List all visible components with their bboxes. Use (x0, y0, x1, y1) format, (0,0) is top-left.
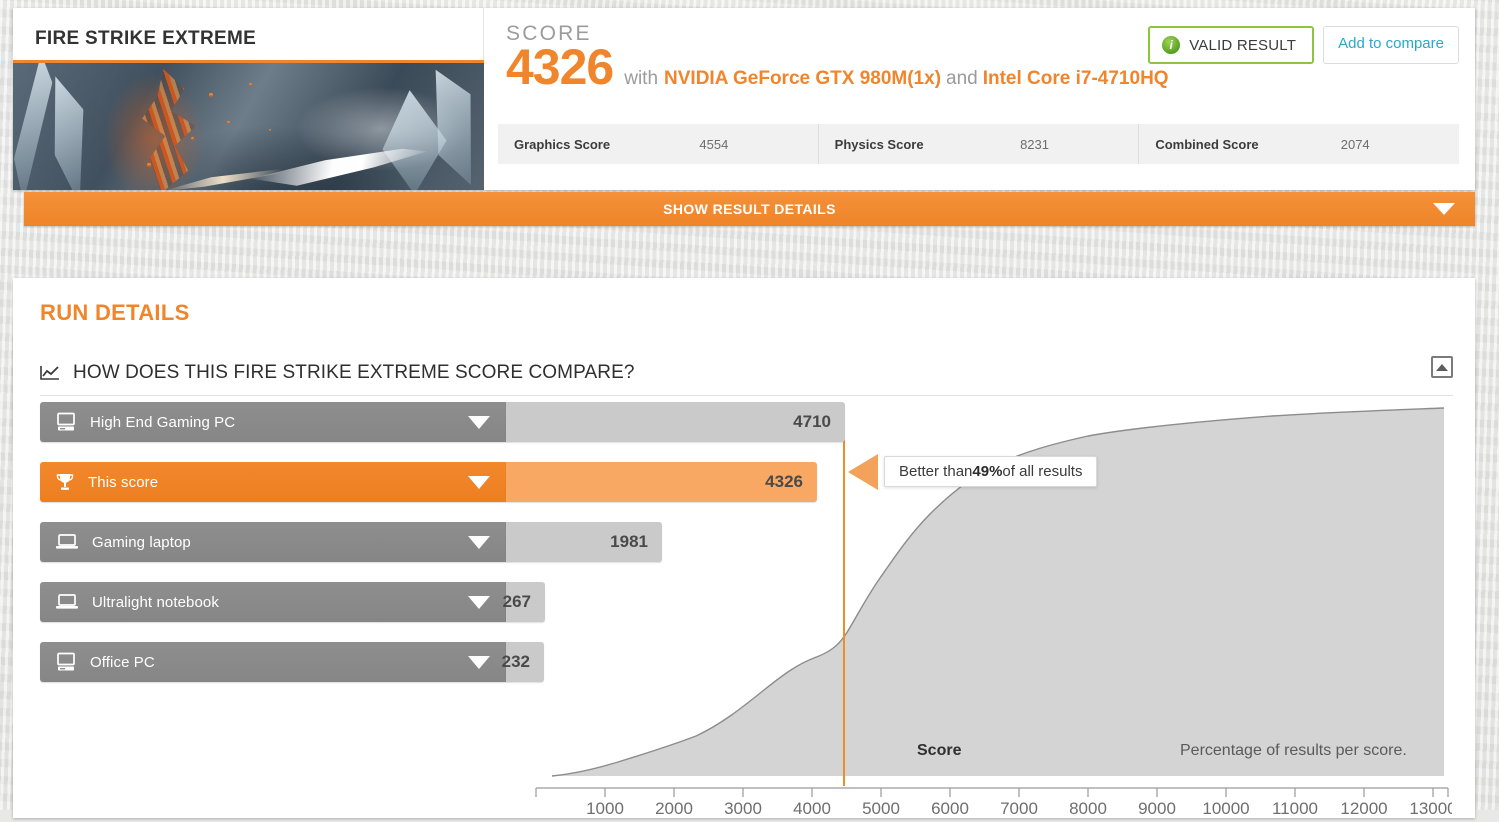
x-tick-label: 9000 (1138, 799, 1176, 818)
bar-label-ultralight-notebook[interactable]: Ultralight notebook (40, 582, 506, 622)
desktop-pc-icon (55, 652, 77, 672)
x-axis-title: Score (917, 742, 962, 759)
bar-value-high-end-gaming-pc: 4710 (506, 402, 845, 442)
subscore-label: Physics Score (834, 136, 924, 152)
bar-value-text: 4326 (765, 472, 803, 491)
bar-value-text: 1981 (610, 532, 648, 551)
show-result-details-button[interactable]: SHOW RESULT DETAILS (24, 192, 1475, 226)
x-tick-label: 2000 (655, 799, 693, 818)
bar-label-text: High End Gaming PC (90, 413, 236, 431)
bar-value-this-score: 4326 (506, 462, 817, 502)
bar-label-text: Office PC (90, 653, 155, 671)
x-tick-label: 12000 (1340, 799, 1387, 818)
benchmark-card: FIRE STRIKE EXTREME (13, 8, 484, 190)
subscore-value: 8231 (1020, 136, 1049, 152)
chevron-down-icon[interactable] (468, 595, 490, 609)
bar-label-text: This score (88, 473, 159, 491)
chevron-down-icon[interactable] (468, 415, 490, 429)
score-and-text: and (946, 68, 978, 89)
x-axis: 1000 2000 3000 4000 5000 6000 7000 8000 … (535, 787, 1452, 818)
comparison-bar-list: High End Gaming PC 4710 This score 4326 … (40, 402, 1453, 702)
run-details-panel: RUN DETAILS HOW DOES THIS FIRE STRIKE EX… (13, 278, 1475, 818)
table-row: Ultralight notebook 267 (40, 582, 1453, 622)
show-result-details-label: SHOW RESULT DETAILS (663, 201, 836, 217)
subscore-label: Graphics Score (514, 136, 611, 152)
run-details-title: RUN DETAILS (40, 300, 190, 325)
percentile-tooltip: Better than 49% of all results (884, 456, 1098, 487)
line-chart-icon (40, 365, 60, 381)
table-row: Gaming laptop 1981 (40, 522, 1453, 562)
table-row: Office PC 232 (40, 642, 1453, 682)
x-tick-label: 4000 (793, 799, 831, 818)
table-row: This score 4326 (40, 462, 1453, 502)
x-tick-label: 7000 (1000, 799, 1038, 818)
bar-value-text: 267 (502, 592, 531, 611)
bar-value-ultralight-notebook: 267 (502, 582, 545, 622)
trophy-icon (55, 472, 75, 492)
x-tick-label: 13000 (1409, 799, 1452, 818)
gpu-name[interactable]: NVIDIA GeForce GTX 980M(1x) (664, 68, 941, 90)
header-actions: i VALID RESULT Add to compare (1148, 26, 1459, 64)
x-tick-label: 3000 (724, 799, 762, 818)
result-summary-panel: FIRE STRIKE EXTREME SCORE 4326 with NVID… (13, 8, 1475, 190)
tooltip-pointer-icon (848, 454, 878, 490)
compare-section-title: HOW DOES THIS FIRE STRIKE EXTREME SCORE … (73, 361, 635, 383)
compare-section-header: HOW DOES THIS FIRE STRIKE EXTREME SCORE … (40, 350, 1453, 396)
bar-value-office-pc: 232 (502, 642, 544, 682)
laptop-icon (55, 533, 79, 551)
subscore-table: Graphics Score 4554 Physics Score 8231 C… (498, 124, 1459, 164)
chevron-down-icon[interactable] (468, 475, 490, 489)
info-icon: i (1162, 36, 1181, 54)
bar-label-text: Ultralight notebook (92, 593, 219, 611)
score-comparison-chart: 1000 2000 3000 4000 5000 6000 7000 8000 … (40, 402, 1453, 818)
subscore-value: 4554 (699, 136, 729, 152)
bar-label-text: Gaming laptop (92, 533, 191, 551)
score-value: 4326 (506, 39, 614, 95)
chevron-down-icon[interactable] (468, 655, 490, 669)
table-row: High End Gaming PC 4710 (40, 402, 1453, 442)
subscore-label: Combined Score (1155, 136, 1259, 152)
percentile-value: 49% (972, 463, 1003, 480)
bar-label-this-score[interactable]: This score (40, 462, 506, 502)
valid-result-badge[interactable]: i VALID RESULT (1148, 26, 1315, 64)
percentile-suffix: of all results (1002, 463, 1083, 480)
distribution-caption: Percentage of results per score. (1180, 742, 1407, 759)
bar-label-gaming-laptop[interactable]: Gaming laptop (40, 522, 506, 562)
bar-value-gaming-laptop: 1981 (506, 522, 662, 562)
score-section: SCORE 4326 with NVIDIA GeForce GTX 980M(… (484, 8, 1475, 190)
bar-value-text: 4710 (793, 412, 831, 431)
bar-value-text: 232 (501, 652, 530, 671)
add-to-compare-button[interactable]: Add to compare (1323, 26, 1459, 64)
bar-label-office-pc[interactable]: Office PC (40, 642, 506, 682)
benchmark-title: FIRE STRIKE EXTREME (35, 28, 257, 49)
benchmark-preview-image (13, 60, 484, 190)
valid-result-label: VALID RESULT (1189, 36, 1297, 54)
x-tick-label: 11000 (1272, 799, 1318, 818)
subscore-physics: Physics Score 8231 (819, 124, 1140, 164)
x-tick-label: 6000 (931, 799, 969, 818)
x-tick-label: 5000 (862, 799, 900, 818)
score-with-text: with (624, 68, 659, 89)
subscore-value: 2074 (1340, 136, 1370, 152)
cpu-name[interactable]: Intel Core i7-4710HQ (983, 68, 1169, 90)
chevron-up-icon (1436, 363, 1448, 371)
subscore-combined: Combined Score 2074 (1139, 124, 1459, 164)
x-tick-label: 8000 (1069, 799, 1107, 818)
bar-label-high-end-gaming-pc[interactable]: High End Gaming PC (40, 402, 506, 442)
x-tick-label: 10000 (1202, 799, 1249, 818)
chevron-down-icon (1433, 203, 1455, 215)
laptop-icon (55, 593, 79, 611)
x-tick-label: 1000 (586, 799, 624, 818)
desktop-pc-icon (55, 412, 77, 432)
subscore-graphics: Graphics Score 4554 (498, 124, 819, 164)
percentile-prefix: Better than (899, 463, 973, 480)
collapse-section-button[interactable] (1431, 356, 1453, 378)
chevron-down-icon[interactable] (468, 535, 490, 549)
